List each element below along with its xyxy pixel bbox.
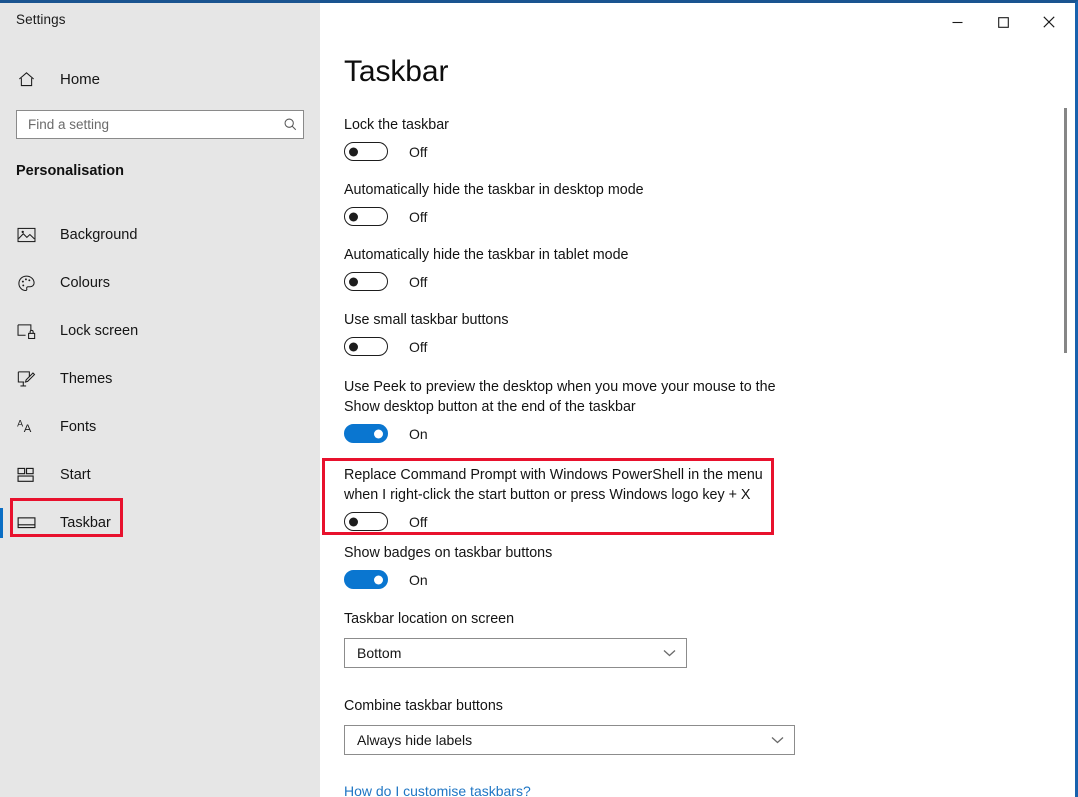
close-button[interactable] [1026,6,1072,38]
font-aa-icon: A A [17,416,45,438]
sidebar-item-label: Colours [60,275,110,291]
toggle-row[interactable]: On [344,570,864,589]
setting-combine-taskbar-buttons: Combine taskbar buttons Always hide labe… [344,696,795,755]
auto-hide-tablet-toggle[interactable] [344,272,388,291]
replace-command-prompt-toggle[interactable] [344,512,388,531]
sidebar-item-label: Lock screen [60,323,139,339]
dropdown-label: Taskbar location on screen [344,611,515,627]
sidebar-item-label: Fonts [60,419,97,435]
small-taskbar-buttons-toggle[interactable] [344,337,388,356]
setting-auto-hide-tablet: Automatically hide the taskbar in tablet… [344,245,864,291]
search-box[interactable] [16,110,304,139]
toggle-row[interactable]: On [344,424,779,443]
sidebar-item-fonts[interactable]: A A Fonts [0,403,320,451]
setting-label: Automatically hide the taskbar in tablet… [344,247,629,263]
sidebar-item-themes[interactable]: Themes [0,355,320,403]
maximize-button[interactable] [980,6,1026,38]
sidebar-category-title: Personalisation [16,163,124,179]
lock-the-taskbar-toggle[interactable] [344,142,388,161]
toggle-state-label: Off [409,338,428,355]
minimize-button[interactable] [934,6,980,38]
setting-small-taskbar-buttons: Use small taskbar buttons Off [344,310,864,356]
setting-label: Show badges on taskbar buttons [344,545,553,561]
chevron-down-icon [770,733,784,747]
setting-label: Use small taskbar buttons [344,312,509,328]
start-grid-icon [17,464,45,486]
search-icon[interactable] [277,117,303,132]
sidebar-home-label: Home [60,70,101,88]
sidebar-item-background[interactable]: Background [0,211,320,259]
sidebar-item-lock-screen[interactable]: Lock screen [0,307,320,355]
toggle-state-label: On [409,425,428,442]
sidebar-item-taskbar[interactable]: Taskbar [0,499,320,547]
taskbar-location-dropdown[interactable]: Bottom [344,638,687,668]
image-icon [17,224,45,246]
chevron-down-icon [662,646,676,660]
lock-screen-icon [17,320,45,342]
sidebar-item-label: Taskbar [60,515,111,531]
setting-label: Use Peek to preview the desktop when you… [344,379,776,415]
settings-window: Settings Home Personalisation [0,0,1078,797]
setting-lock-the-taskbar: Lock the taskbar Off [344,115,844,161]
toggle-state-label: On [409,571,428,588]
sidebar-item-label: Themes [60,371,113,387]
toggle-state-label: Off [409,143,428,160]
combine-taskbar-buttons-dropdown[interactable]: Always hide labels [344,725,795,755]
window-controls [934,6,1072,38]
toggle-row[interactable]: Off [344,207,864,226]
auto-hide-desktop-toggle[interactable] [344,207,388,226]
setting-auto-hide-desktop: Automatically hide the taskbar in deskto… [344,180,864,226]
scrollbar-thumb[interactable] [1064,108,1067,353]
sidebar-item-label: Start [60,467,91,483]
show-badges-toggle[interactable] [344,570,388,589]
toggle-row[interactable]: Off [344,512,774,531]
main-content: Taskbar Lock the taskbar Off Automatical… [320,3,1075,797]
search-input[interactable] [17,111,277,138]
setting-taskbar-location: Taskbar location on screen Bottom [344,609,687,668]
palette-icon [17,272,45,294]
taskbar-icon [17,512,45,534]
toggle-state-label: Off [409,208,428,225]
sidebar-item-colours[interactable]: Colours [0,259,320,307]
setting-label: Automatically hide the taskbar in deskto… [344,182,644,198]
toggle-row[interactable]: Off [344,272,864,291]
sidebar: Settings Home Personalisation [0,3,320,797]
app-title: Settings [16,12,66,27]
toggle-row[interactable]: Off [344,142,844,161]
home-icon [17,69,45,89]
setting-label: Lock the taskbar [344,117,449,133]
scrollbar[interactable] [1060,36,1072,797]
dropdown-value: Always hide labels [357,732,473,748]
help-link[interactable]: How do I customise taskbars? [344,783,531,797]
toggle-row[interactable]: Off [344,337,864,356]
sidebar-item-label: Background [60,227,138,243]
sidebar-item-home[interactable]: Home [0,62,320,96]
toggle-state-label: Off [409,513,428,530]
toggle-state-label: Off [409,273,428,290]
page-title: Taskbar [344,55,449,88]
sidebar-nav-list: Background Colours Lock screen Themes A … [0,211,320,547]
use-peek-toggle[interactable] [344,424,388,443]
setting-label: Replace Command Prompt with Windows Powe… [344,467,763,503]
svg-text:A: A [17,419,23,429]
dropdown-value: Bottom [357,645,402,661]
setting-use-peek: Use Peek to preview the desktop when you… [344,377,779,443]
brush-icon [17,368,45,390]
dropdown-label: Combine taskbar buttons [344,698,503,714]
svg-text:A: A [24,423,32,435]
setting-replace-command-prompt: Replace Command Prompt with Windows Powe… [344,465,774,531]
setting-show-badges: Show badges on taskbar buttons On [344,543,864,589]
sidebar-item-start[interactable]: Start [0,451,320,499]
